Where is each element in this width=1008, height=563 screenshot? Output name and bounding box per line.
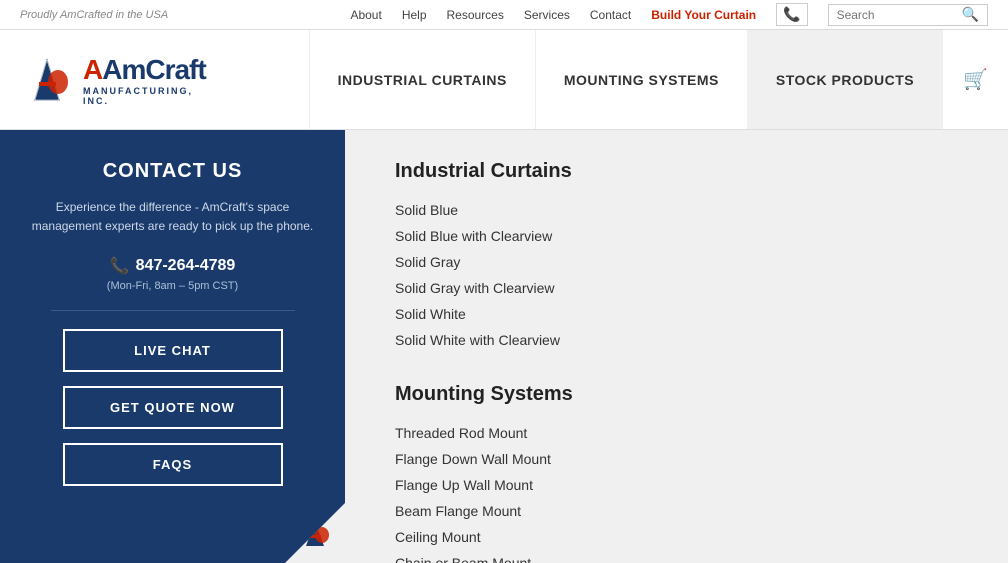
brand-name: AAmCraft (83, 54, 206, 86)
nav-services[interactable]: Services (524, 8, 570, 22)
list-item[interactable]: Chain or Beam Mount (395, 550, 958, 563)
list-item[interactable]: Solid White (395, 301, 958, 327)
mounting-systems-title: Mounting Systems (395, 383, 958, 406)
list-item[interactable]: Solid White with Clearview (395, 327, 958, 353)
sidebar-phone: 📞 847-264-4789 (110, 256, 236, 276)
phone-icon: 📞 (110, 256, 130, 276)
list-item[interactable]: Solid Blue (395, 197, 958, 223)
nav-mounting-systems[interactable]: MOUNTING SYSTEMS (535, 30, 747, 129)
logo-area: AAmCraft MANUFACTURING, INC. (0, 42, 220, 117)
cart-icon: 🛒 (963, 67, 988, 92)
brand-sub: MANUFACTURING, INC. (83, 86, 206, 106)
get-quote-button[interactable]: GET QUOTE NOW (63, 386, 283, 429)
list-item[interactable]: Beam Flange Mount (395, 498, 958, 524)
sidebar-divider (51, 310, 295, 311)
logo-text: AAmCraft MANUFACTURING, INC. (83, 54, 206, 106)
mounting-systems-section: Mounting Systems Threaded Rod Mount Flan… (395, 383, 958, 563)
list-item[interactable]: Solid Blue with Clearview (395, 223, 958, 249)
list-item[interactable]: Solid Gray with Clearview (395, 275, 958, 301)
cart-button[interactable]: 🛒 (942, 30, 1008, 129)
sidebar-description: Experience the difference - AmCraft's sp… (20, 198, 325, 236)
sidebar-hours: (Mon-Fri, 8am – 5pm CST) (107, 280, 238, 292)
faqs-button[interactable]: FAQs (63, 443, 283, 486)
industrial-curtains-title: Industrial Curtains (395, 160, 958, 183)
search-bar[interactable]: 🔍 (828, 4, 988, 26)
logo-icon (20, 52, 75, 107)
sidebar-title: CONTACT US (103, 160, 243, 183)
nav-build-curtain[interactable]: Build Your Curtain (651, 8, 756, 22)
main-nav: INDUSTRIAL CURTAINS MOUNTING SYSTEMS STO… (309, 30, 1008, 129)
top-bar: Proudly AmCrafted in the USA About Help … (0, 0, 1008, 30)
main-layout: CONTACT US Experience the difference - A… (0, 130, 1008, 563)
list-item[interactable]: Threaded Rod Mount (395, 420, 958, 446)
nav-resources[interactable]: Resources (447, 8, 504, 22)
sidebar-logo-badge (285, 503, 345, 563)
sidebar: CONTACT US Experience the difference - A… (0, 130, 345, 563)
phone-icon: 📞 (776, 3, 807, 26)
search-input[interactable] (837, 8, 957, 22)
nav-help[interactable]: Help (402, 8, 427, 22)
list-item[interactable]: Flange Down Wall Mount (395, 446, 958, 472)
top-nav: About Help Resources Services Contact Bu… (350, 3, 988, 26)
phone-number[interactable]: 847-264-4789 (136, 257, 236, 275)
list-item[interactable]: Flange Up Wall Mount (395, 472, 958, 498)
list-item[interactable]: Ceiling Mount (395, 524, 958, 550)
nav-industrial-curtains[interactable]: INDUSTRIAL CURTAINS (309, 30, 535, 129)
logo[interactable]: AAmCraft MANUFACTURING, INC. (20, 52, 200, 107)
nav-contact[interactable]: Contact (590, 8, 631, 22)
live-chat-button[interactable]: LIVE CHAT (63, 329, 283, 372)
nav-stock-products[interactable]: STOCK PRODUCTS (747, 30, 942, 129)
search-icon: 🔍 (962, 6, 979, 23)
list-item[interactable]: Solid Gray (395, 249, 958, 275)
industrial-curtains-section: Industrial Curtains Solid Blue Solid Blu… (395, 160, 958, 353)
tagline: Proudly AmCrafted in the USA (20, 9, 168, 21)
header: AAmCraft MANUFACTURING, INC. INDUSTRIAL … (0, 30, 1008, 130)
nav-about[interactable]: About (350, 8, 381, 22)
content-area: Industrial Curtains Solid Blue Solid Blu… (345, 130, 1008, 563)
